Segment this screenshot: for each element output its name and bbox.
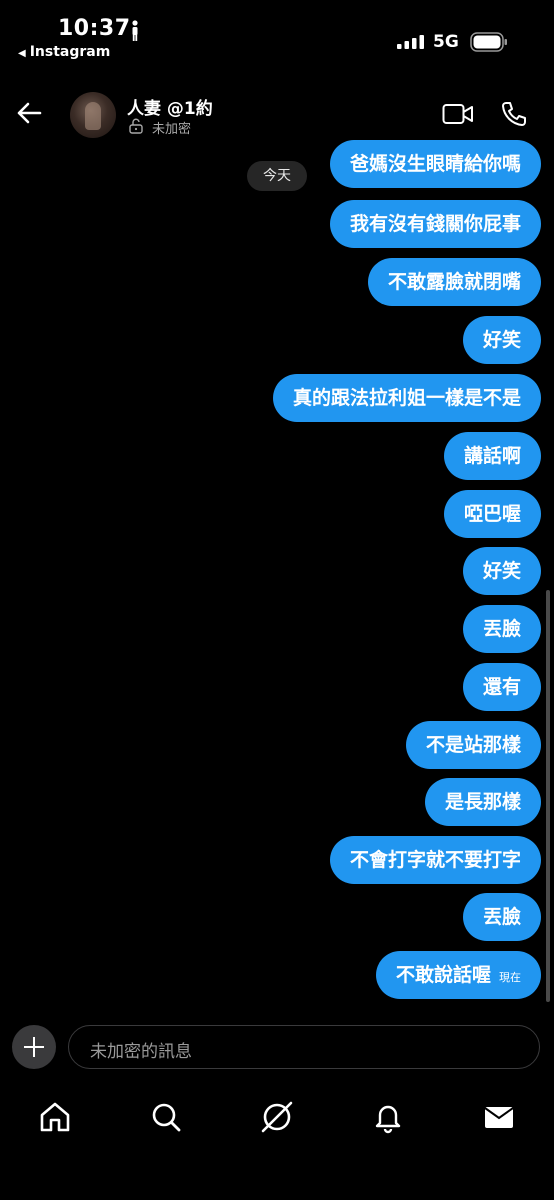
video-call-icon[interactable] [442, 102, 474, 126]
message-bubble[interactable]: 好笑 [462, 316, 541, 364]
explore-icon[interactable] [260, 1100, 294, 1134]
message-text: 不敢說話喔 [395, 964, 491, 986]
battery-icon [470, 32, 507, 52]
message-bubble[interactable]: 啞巴喔 [443, 490, 541, 538]
message-bubble[interactable]: 丟臉 [462, 893, 541, 941]
message-bubble[interactable]: 爸媽沒生眼睛給你嗎 [329, 140, 541, 188]
message-bubble[interactable]: 好笑 [462, 547, 541, 595]
message-bubble[interactable]: 是長那樣 [424, 778, 541, 826]
back-to-app-link[interactable]: ◀ Instagram [18, 44, 110, 60]
message-bubble-last[interactable]: 不敢說話喔 現在 [375, 951, 541, 999]
cellular-signal-icon [397, 35, 424, 49]
search-icon[interactable] [149, 1100, 183, 1134]
unlocked-icon [129, 118, 143, 134]
person-activity-icon [132, 20, 138, 41]
message-bubble[interactable]: 還有 [462, 663, 541, 711]
message-bubble[interactable]: 丟臉 [462, 605, 541, 653]
notifications-icon[interactable] [371, 1100, 405, 1134]
network-type: 5G [433, 32, 459, 52]
message-bubble[interactable]: 不是站那樣 [405, 721, 541, 769]
back-arrow-icon[interactable] [14, 98, 44, 128]
message-input-placeholder: 未加密的訊息 [90, 1042, 192, 1062]
message-bubble[interactable]: 講話啊 [443, 432, 541, 480]
message-bubble[interactable]: 真的跟法拉利姐一樣是不是 [272, 374, 541, 422]
back-triangle-icon: ◀ [18, 48, 26, 59]
message-bubble[interactable]: 不會打字就不要打字 [329, 836, 541, 884]
add-attachment-button[interactable] [12, 1025, 56, 1069]
scrollbar[interactable] [546, 590, 550, 1002]
phone-call-icon[interactable] [500, 100, 528, 128]
inbox-icon[interactable] [482, 1100, 516, 1134]
date-separator: 今天 [247, 161, 307, 191]
message-bubble[interactable]: 我有沒有錢關你屁事 [329, 200, 541, 248]
contact-name[interactable]: 人妻 @1約 [127, 94, 213, 119]
back-app-label: Instagram [29, 44, 111, 60]
home-icon[interactable] [38, 1100, 72, 1134]
avatar[interactable] [70, 92, 116, 138]
message-bubble[interactable]: 不敢露臉就閉嘴 [367, 258, 541, 306]
message-timestamp: 現在 [499, 971, 521, 984]
status-time: 10:37 [58, 16, 131, 41]
encryption-status: 未加密 [152, 122, 192, 137]
